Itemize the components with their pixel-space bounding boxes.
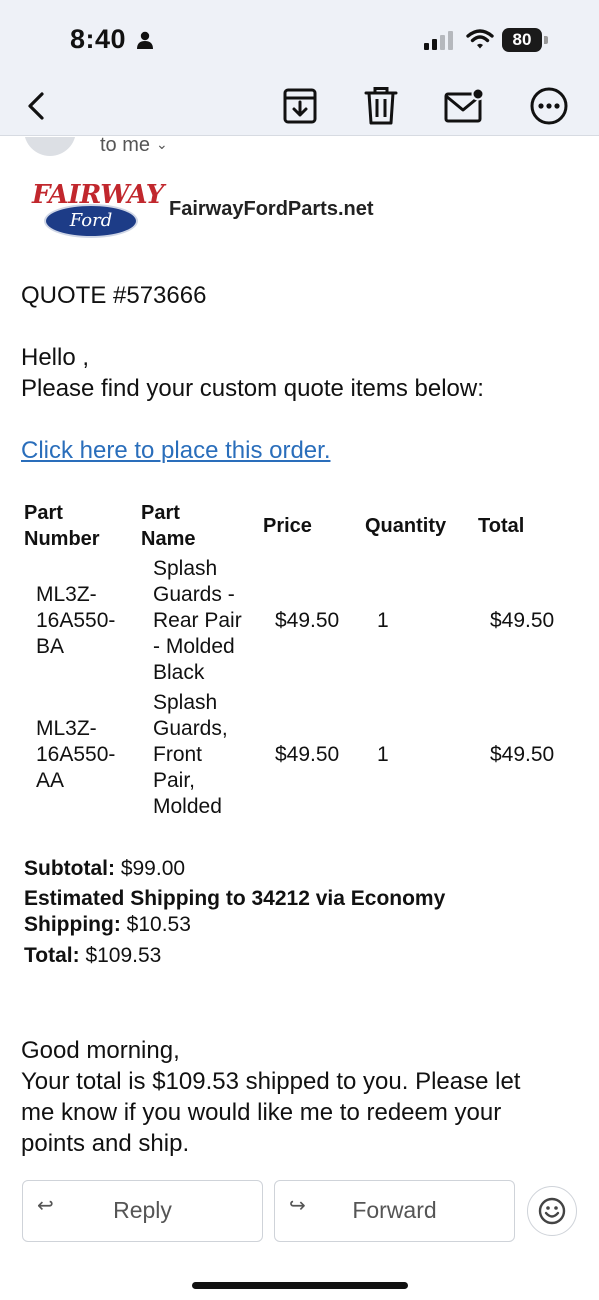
cell-line: ML3Z- (36, 717, 97, 740)
table-row-2-price: $49.50 (275, 743, 340, 766)
shipping-line-2: Shipping: $10.53 (24, 912, 191, 938)
header-part-name: Part Name (141, 500, 195, 552)
greeting: Hello , (21, 344, 90, 371)
cell-line: BA (36, 635, 65, 658)
reply-label: Reply (113, 1197, 172, 1223)
cell-line: Molded (153, 795, 222, 818)
shipping-label-cont: Shipping: (24, 913, 121, 936)
table-row-1-part-name: Splash Guards - Rear Pair - Molded Black (153, 556, 242, 686)
message-line-3: me know if you would like me to redeem y… (21, 1099, 502, 1126)
person-icon (137, 31, 153, 49)
mark-unread-button[interactable] (442, 84, 486, 128)
archive-icon (283, 88, 317, 124)
battery-level: 80 (502, 28, 542, 52)
ford-badge: Ford (44, 204, 138, 238)
reply-button[interactable]: ↩ Reply (22, 1180, 263, 1242)
mark-unread-icon (444, 88, 485, 123)
shipping-line-1: Estimated Shipping to 34212 via Economy (24, 886, 445, 912)
top-bar: 8:40 80 (0, 0, 599, 136)
forward-button[interactable]: ↪ Forward (274, 1180, 515, 1242)
more-icon (530, 87, 568, 125)
cell-line: 16A550- (36, 609, 116, 632)
total-label: Total: (24, 944, 80, 967)
header-line: Part (24, 502, 63, 524)
cell-line: 16A550- (36, 743, 116, 766)
trash-icon (364, 87, 398, 125)
recipient-toggle[interactable]: to me ⌄ (100, 134, 168, 157)
emoji-button[interactable] (527, 1186, 577, 1236)
header-total: Total (478, 515, 525, 537)
fairway-ford-logo: FAIRWAY Ford (32, 180, 164, 240)
cell-line: Splash (153, 557, 218, 580)
forward-label: Forward (352, 1197, 437, 1223)
cell-line: Guards - (153, 583, 235, 606)
message-line-2: Your total is $109.53 shipped to you. Pl… (21, 1068, 521, 1095)
battery-tip (544, 36, 548, 44)
intro-text: Please find your custom quote items belo… (21, 375, 484, 402)
shipping-label: Estimated Shipping to 34212 via Economy (24, 887, 446, 910)
message-line-4: points and ship. (21, 1130, 190, 1157)
back-button[interactable] (14, 84, 58, 128)
table-row-1-quantity: 1 (377, 609, 389, 632)
home-indicator (192, 1282, 408, 1289)
table-row-1-part-number: ML3Z- 16A550- BA (36, 582, 115, 660)
table-row-1-price: $49.50 (275, 609, 340, 632)
table-row-2-total: $49.50 (490, 743, 555, 766)
quote-title: QUOTE #573666 (21, 282, 207, 309)
total-value: $109.53 (85, 944, 162, 967)
more-button[interactable] (527, 84, 571, 128)
back-icon (28, 92, 44, 120)
message-line-1: Good morning, (21, 1037, 180, 1064)
cell-line: Splash (153, 691, 218, 714)
table-row-2-part-number: ML3Z- 16A550- AA (36, 716, 115, 794)
cell-line: ML3Z- (36, 583, 97, 606)
header-price: Price (263, 515, 312, 537)
place-order-link[interactable]: Click here to place this order. (21, 437, 330, 465)
header-quantity: Quantity (365, 515, 447, 537)
table-row-2-quantity: 1 (377, 743, 389, 766)
table-row-2-part-name: Splash Guards, Front Pair, Molded (153, 690, 228, 820)
cell-line: Front (153, 743, 203, 766)
signal-icon (424, 31, 453, 50)
chevron-down-icon: ⌄ (156, 136, 168, 152)
subtotal-value: $99.00 (120, 857, 186, 880)
emoji-icon (538, 1197, 566, 1225)
shipping-value: $10.53 (126, 913, 191, 936)
cell-line: Pair, (153, 769, 196, 792)
cell-line: - Molded (153, 635, 235, 658)
recipient-label: to me (100, 134, 151, 156)
wifi-icon (466, 29, 494, 49)
header-line: Number (24, 528, 100, 550)
header-line: Name (141, 528, 196, 550)
table-row-1-total: $49.50 (490, 609, 555, 632)
status-time: 8:40 (70, 24, 127, 54)
header-part-number: Part Number (24, 500, 100, 552)
cell-line: AA (36, 769, 65, 792)
delete-button[interactable] (359, 84, 403, 128)
subtotal-line: Subtotal: $99.00 (24, 856, 185, 882)
cell-line: Black (153, 661, 205, 684)
site-name: FairwayFordParts.net (169, 198, 374, 220)
total-line: Total: $109.53 (24, 943, 161, 969)
cell-line: Rear Pair (153, 609, 242, 632)
archive-button[interactable] (278, 84, 322, 128)
subtotal-label: Subtotal: (24, 857, 115, 880)
header-line: Part (141, 502, 180, 524)
battery-indicator: 80 (502, 28, 548, 52)
cell-line: Guards, (153, 717, 228, 740)
